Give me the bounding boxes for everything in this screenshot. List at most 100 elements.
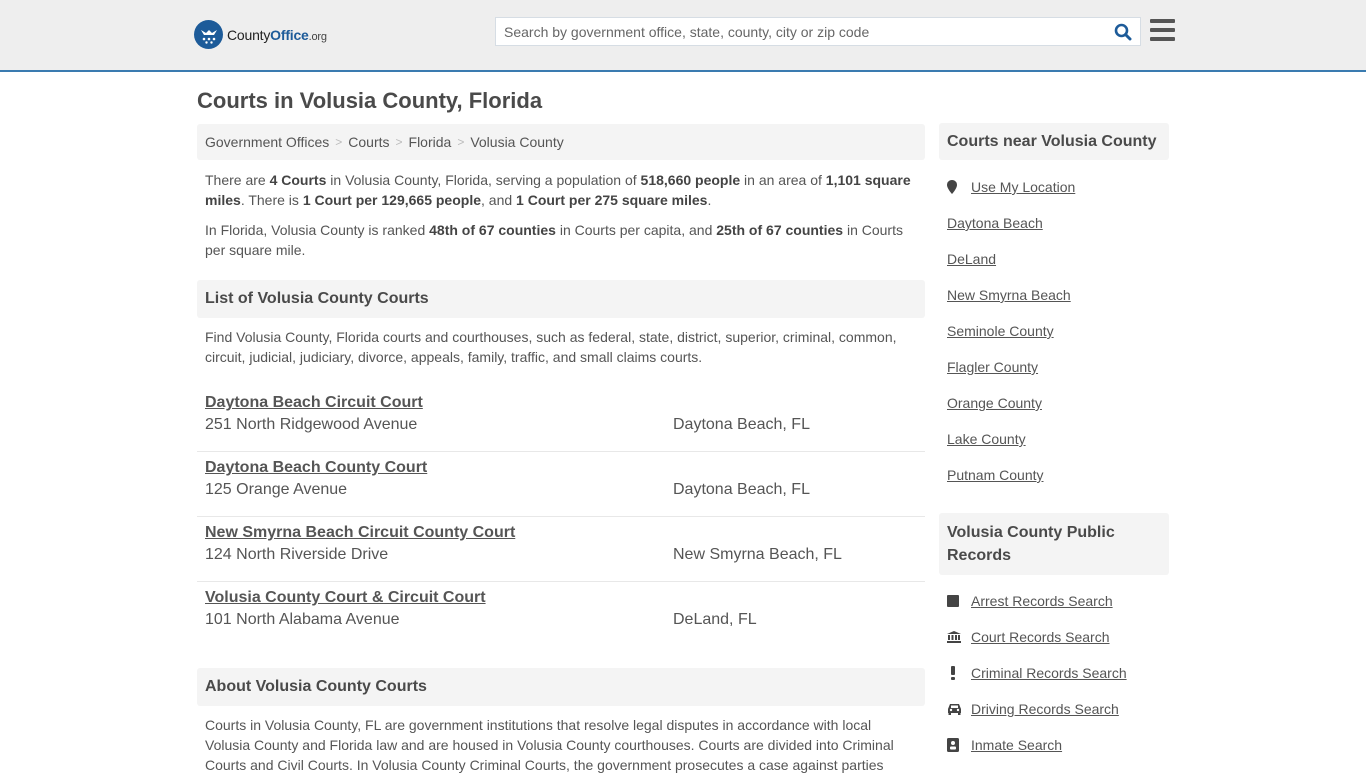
court-records-link[interactable]: Court Records Search: [971, 629, 1110, 645]
breadcrumb-courts[interactable]: Courts: [348, 134, 389, 150]
nearby-link-orange-county[interactable]: Orange County: [947, 395, 1042, 411]
text: . There is: [240, 192, 303, 208]
court-list-section: List of Volusia County Courts Find Volus…: [197, 280, 925, 647]
exclamation-icon: [947, 666, 963, 680]
nearby-item: Putnam County: [939, 457, 1169, 493]
nearby-item: Daytona Beach: [939, 205, 1169, 241]
court-name-link[interactable]: Volusia County Court & Circuit Court: [205, 588, 486, 608]
court-city: Daytona Beach, FL: [673, 481, 810, 498]
nearby-link-deland[interactable]: DeLand: [947, 251, 996, 267]
court-name-link[interactable]: Daytona Beach Circuit Court: [205, 393, 423, 413]
logo-org: .org: [308, 30, 327, 43]
court-count: 4 Courts: [269, 172, 327, 188]
menu-bar-icon: [1150, 19, 1175, 23]
public-records-list: Arrest Records Search Court Records Sear…: [939, 583, 1169, 763]
site-logo[interactable]: CountyOffice.org: [194, 20, 327, 49]
courthouse-icon: [947, 631, 963, 643]
rank-per-area: 25th of 67 counties: [716, 222, 844, 238]
court-address: 251 North Ridgewood Avenue: [205, 416, 418, 433]
breadcrumb-separator: >: [395, 135, 403, 149]
driving-records-link[interactable]: Driving Records Search: [971, 701, 1119, 717]
court-list-heading: List of Volusia County Courts: [197, 280, 925, 318]
square-icon: [947, 595, 963, 607]
nearby-link-seminole-county[interactable]: Seminole County: [947, 323, 1054, 339]
records-item: Driving Records Search: [939, 691, 1169, 727]
public-records-heading: Volusia County Public Records: [939, 513, 1169, 575]
text: In Florida, Volusia County is ranked: [205, 222, 430, 238]
court-item: New Smyrna Beach Circuit County Court 12…: [197, 517, 925, 582]
text: in an area of: [740, 172, 826, 188]
courts-per-area: 1 Court per 275 square miles: [516, 192, 708, 208]
records-item: Court Records Search: [939, 619, 1169, 655]
eagle-logo-icon: [194, 20, 223, 49]
court-city: New Smyrna Beach, FL: [673, 546, 842, 563]
car-icon: [947, 703, 963, 715]
nearby-link-daytona-beach[interactable]: Daytona Beach: [947, 215, 1043, 231]
text: , and: [481, 192, 517, 208]
page-title: Courts in Volusia County, Florida: [197, 88, 543, 113]
search-bar: [495, 17, 1141, 46]
nearby-item: DeLand: [939, 241, 1169, 277]
summary-paragraph: There are 4 Courts in Volusia County, Fl…: [197, 170, 925, 210]
search-icon: [1114, 23, 1132, 40]
text: in Courts per capita, and: [555, 222, 717, 238]
nearby-item: Lake County: [939, 421, 1169, 457]
logo-text: CountyOffice.org: [227, 27, 327, 43]
about-heading: About Volusia County Courts: [197, 668, 925, 706]
records-item: Criminal Records Search: [939, 655, 1169, 691]
text: .: [707, 192, 712, 208]
menu-bar-icon: [1150, 37, 1175, 41]
nearby-courts-list: Use My Location Daytona Beach DeLand New…: [939, 169, 1169, 493]
site-header: CountyOffice.org: [0, 0, 1366, 72]
breadcrumb-separator: >: [457, 135, 465, 149]
logo-county: County: [227, 26, 271, 43]
main-content: Government Offices > Courts > Florida > …: [197, 124, 925, 773]
population: 518,660 people: [640, 172, 741, 188]
breadcrumb: Government Offices > Courts > Florida > …: [197, 124, 925, 160]
records-item: Inmate Search: [939, 727, 1169, 763]
courts-per-capita: 1 Court per 129,665 people: [302, 192, 481, 208]
nearby-link-lake-county[interactable]: Lake County: [947, 431, 1026, 447]
use-my-location: Use My Location: [939, 169, 1169, 205]
about-section: About Volusia County Courts Courts in Vo…: [197, 668, 925, 775]
court-address: 125 Orange Avenue: [205, 481, 348, 498]
text: There are: [205, 172, 270, 188]
breadcrumb-florida[interactable]: Florida: [409, 134, 452, 150]
court-address: 124 North Riverside Drive: [205, 546, 389, 563]
breadcrumb-government-offices[interactable]: Government Offices: [205, 134, 329, 150]
inmate-search-link[interactable]: Inmate Search: [971, 737, 1062, 753]
court-item: Volusia County Court & Circuit Court 101…: [197, 582, 925, 647]
nearby-courts-heading: Courts near Volusia County: [939, 123, 1169, 160]
text: in Volusia County, Florida, serving a po…: [326, 172, 641, 188]
arrest-records-link[interactable]: Arrest Records Search: [971, 593, 1113, 609]
nearby-link-putnam-county[interactable]: Putnam County: [947, 467, 1044, 483]
use-my-location-link[interactable]: Use My Location: [971, 179, 1075, 195]
about-text: Courts in Volusia County, FL are governm…: [205, 717, 894, 773]
criminal-records-link[interactable]: Criminal Records Search: [971, 665, 1127, 681]
court-city: Daytona Beach, FL: [673, 416, 810, 433]
nearby-item: Seminole County: [939, 313, 1169, 349]
nearby-item: Orange County: [939, 385, 1169, 421]
rank-per-capita: 48th of 67 counties: [429, 222, 556, 238]
court-name-link[interactable]: New Smyrna Beach Circuit County Court: [205, 523, 515, 543]
search-button[interactable]: [1106, 18, 1140, 45]
court-address: 101 North Alabama Avenue: [205, 611, 400, 628]
court-item: Daytona Beach Circuit Court 251 North Ri…: [197, 387, 925, 452]
ranking-paragraph: In Florida, Volusia County is ranked 48t…: [197, 220, 925, 260]
nearby-link-flagler-county[interactable]: Flagler County: [947, 359, 1038, 375]
nearby-link-new-smyrna-beach[interactable]: New Smyrna Beach: [947, 287, 1071, 303]
court-list-description: Find Volusia County, Florida courts and …: [205, 329, 897, 365]
search-input[interactable]: [496, 18, 1106, 45]
breadcrumb-separator: >: [335, 135, 343, 149]
map-marker-icon: [947, 180, 963, 194]
logo-office: Office: [270, 26, 309, 43]
sidebar: Courts near Volusia County Use My Locati…: [939, 123, 1169, 763]
court-city: DeLand, FL: [673, 611, 757, 628]
nearby-item: Flagler County: [939, 349, 1169, 385]
hamburger-menu-button[interactable]: [1150, 19, 1175, 41]
court-name-link[interactable]: Daytona Beach County Court: [205, 458, 427, 478]
menu-bar-icon: [1150, 28, 1175, 32]
breadcrumb-volusia-county: Volusia County: [470, 134, 564, 150]
records-item: Arrest Records Search: [939, 583, 1169, 619]
court-item: Daytona Beach County Court 125 Orange Av…: [197, 452, 925, 517]
